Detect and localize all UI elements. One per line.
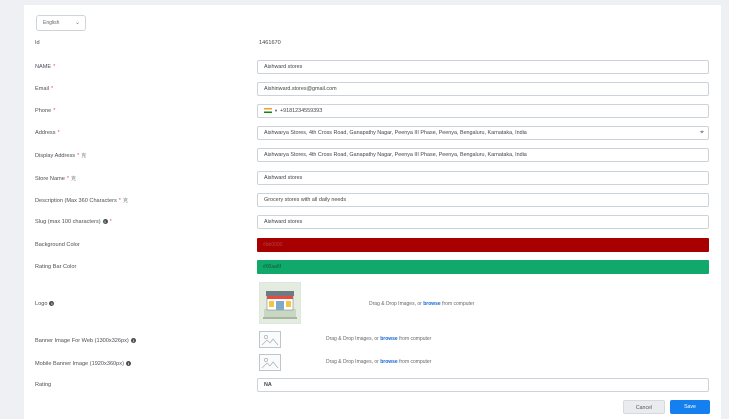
phone-label: Phone (35, 108, 52, 114)
slug-label: Slug (max 100 characters) (35, 219, 101, 225)
address-value: Aishwarya Stores, 4th Cross Road, Ganapa… (264, 130, 527, 136)
rating-bar-color-input[interactable]: #00aa6f (257, 260, 709, 274)
store-form-card: English ⌄ Id 1461670 NAME * Aishward stor… (24, 5, 721, 419)
description-label: Description (Max 360 Characters (35, 198, 117, 204)
banner-mobile-dropzone[interactable]: Drag & Drop Images, or browse from compu… (326, 359, 431, 365)
background-color-input[interactable]: #bb0000 (257, 238, 709, 252)
background-color-label: Background Color (35, 242, 80, 248)
address-input[interactable]: Aishwarya Stores, 4th Cross Road, Ganapa… (257, 126, 709, 140)
store-name-input[interactable]: Aishward stores (257, 171, 709, 185)
phone-value: +918123455939З (279, 108, 323, 114)
name-input[interactable]: Aishward stores (257, 60, 709, 74)
rating-bar-color-label: Rating Bar Color (35, 264, 77, 270)
required-marker: * (51, 86, 54, 92)
description-input[interactable]: Grocery stores with all daily needs (257, 193, 709, 207)
required-marker: * (53, 108, 56, 114)
required-marker: * (66, 176, 70, 182)
slug-input[interactable]: Aishward stores (257, 215, 709, 229)
browse-link[interactable]: browse (380, 336, 398, 342)
info-icon[interactable]: i (49, 301, 55, 306)
logo-dropzone[interactable]: Drag & Drop Images, or browse from compu… (369, 301, 474, 307)
id-label: Id (35, 40, 40, 46)
address-label: Address (35, 130, 56, 136)
language-select-value: English (43, 20, 60, 26)
required-marker: * (57, 130, 60, 136)
email-input[interactable]: Aishinward.stores@gmail.com (257, 82, 709, 96)
banner-web-label: Banner Image For Web (1300x326px) (35, 338, 129, 344)
locate-icon[interactable]: ⌖ (700, 128, 704, 138)
required-marker: * (53, 64, 56, 70)
id-value: 1461670 (259, 40, 281, 46)
browse-link[interactable]: browse (423, 301, 441, 307)
info-icon[interactable]: i (125, 361, 131, 366)
display-address-input[interactable]: Aishwarya Stores, 4th Cross Road, Ganapa… (257, 148, 709, 162)
phone-input[interactable]: ▼ +918123455939З (257, 104, 709, 118)
info-icon[interactable]: i (130, 338, 136, 343)
india-flag-icon[interactable] (264, 107, 272, 113)
info-icon[interactable]: i (102, 219, 108, 224)
chevron-down-icon: ⌄ (74, 20, 80, 26)
translate-icon[interactable]: 克 (71, 176, 76, 182)
image-placeholder-icon[interactable] (259, 354, 281, 371)
banner-mobile-label: Mobile Banner Image (1920x360px) (35, 361, 124, 367)
banner-web-dropzone[interactable]: Drag & Drop Images, or browse from compu… (326, 336, 431, 342)
display-address-label: Display Address (35, 153, 76, 159)
translate-icon[interactable]: 克 (81, 153, 86, 159)
email-label: Email (35, 86, 49, 92)
name-label: NAME (35, 64, 52, 70)
rating-input[interactable]: NA (257, 378, 709, 392)
store-name-label: Store Name (35, 176, 65, 182)
browse-link[interactable]: browse (380, 359, 398, 365)
translate-icon[interactable]: 克 (123, 198, 128, 204)
rating-label: Rating (35, 382, 52, 388)
cancel-button[interactable]: Cancel (623, 400, 665, 414)
save-button[interactable]: Save (670, 400, 710, 414)
required-marker: * (109, 219, 112, 225)
required-marker: * (77, 153, 80, 159)
image-placeholder-icon[interactable] (259, 331, 281, 348)
caret-down-icon[interactable]: ▼ (274, 108, 278, 113)
logo-image[interactable] (259, 282, 301, 324)
required-marker: * (118, 198, 121, 204)
language-select[interactable]: English ⌄ (36, 15, 86, 31)
logo-label: Logo (35, 301, 48, 307)
storefront-icon (260, 283, 300, 323)
